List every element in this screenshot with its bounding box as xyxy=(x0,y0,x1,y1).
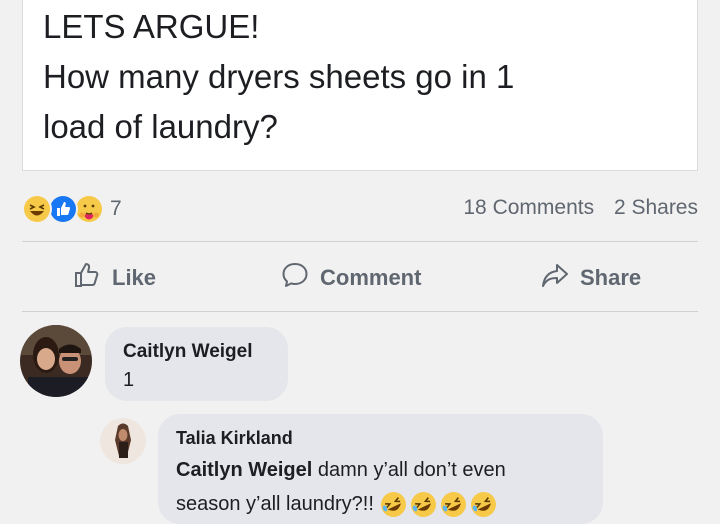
post-line-3: load of laundry? xyxy=(43,108,278,145)
comment-author-2[interactable]: Talia Kirkland xyxy=(176,428,585,449)
comment-text-2: Caitlyn Weigel damn y’all don’t even sea… xyxy=(176,453,585,521)
emoji-group xyxy=(380,491,497,518)
comment-author-1[interactable]: Caitlyn Weigel xyxy=(123,341,270,363)
share-icon xyxy=(540,260,570,296)
rofl-icon xyxy=(470,491,497,518)
avatar-caitlyn[interactable] xyxy=(20,325,92,397)
avatar-talia[interactable] xyxy=(100,418,146,464)
post-text: LETS ARGUE! How many dryers sheets go in… xyxy=(43,2,514,152)
post-line-1: LETS ARGUE! xyxy=(43,8,260,45)
like-button[interactable]: Like xyxy=(72,258,156,298)
share-button[interactable]: Share xyxy=(540,258,641,298)
thumbs-up-icon xyxy=(72,260,102,296)
post-stats: 7 18 Comments 2 Shares xyxy=(22,190,698,226)
comment-button[interactable]: Comment xyxy=(280,258,421,298)
haha-icon xyxy=(22,194,52,224)
rofl-icon xyxy=(380,491,407,518)
like-icon xyxy=(48,194,78,224)
comment-label: Comment xyxy=(320,265,422,290)
divider-top xyxy=(22,241,698,242)
engagement-counts: 18 Comments 2 Shares xyxy=(463,196,698,220)
comment-icon xyxy=(280,260,310,296)
rofl-icon xyxy=(440,491,467,518)
divider-bottom xyxy=(22,311,698,312)
comment-text-2-line-1: damn y’all don’t even xyxy=(312,459,506,481)
rofl-icon xyxy=(410,491,437,518)
post-actions: Like Comment Share xyxy=(22,250,698,306)
comment-text-1: 1 xyxy=(123,369,135,391)
post-line-2: How many dryers sheets go in 1 xyxy=(43,58,515,95)
like-label: Like xyxy=(112,265,157,290)
shares-count[interactable]: 2 Shares xyxy=(614,196,698,219)
mention-caitlyn[interactable]: Caitlyn Weigel xyxy=(176,459,312,481)
care-icon xyxy=(74,194,104,224)
comment-bubble-2: Talia Kirkland Caitlyn Weigel damn y’all… xyxy=(158,414,603,524)
post-content: LETS ARGUE! How many dryers sheets go in… xyxy=(22,0,698,171)
comment-bubble-1: Caitlyn Weigel 1 xyxy=(105,327,288,401)
comments-count[interactable]: 18 Comments xyxy=(463,196,594,219)
reaction-count: 7 xyxy=(110,197,122,220)
share-label: Share xyxy=(580,265,642,290)
comment-text-2-line-2: season y’all laundry?!! xyxy=(176,493,374,515)
